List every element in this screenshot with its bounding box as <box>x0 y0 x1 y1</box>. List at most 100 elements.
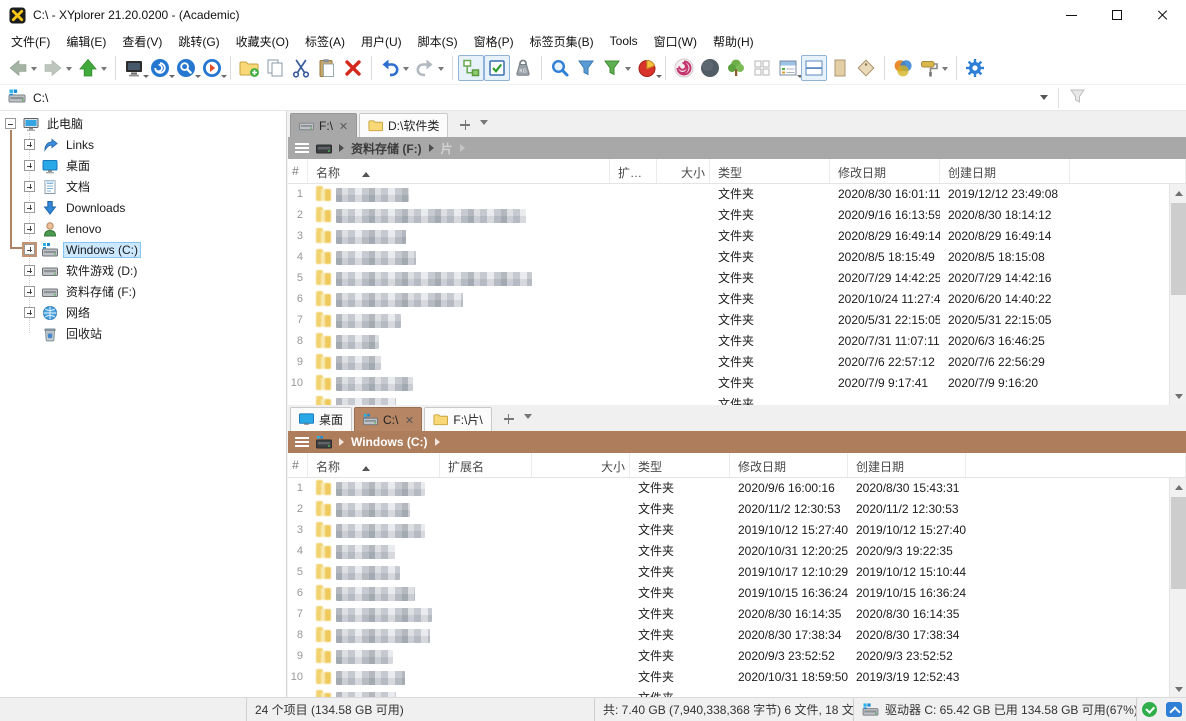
menu-item-2[interactable]: 查看(V) <box>114 31 170 52</box>
thumbnails-grid-icon[interactable] <box>749 55 775 81</box>
plus-expander-icon[interactable] <box>24 223 35 234</box>
tab-d-software[interactable]: D:\软件类 <box>359 113 448 137</box>
color-filters-icon[interactable] <box>890 55 916 81</box>
tree-item-drive-f[interactable]: 资料存储 (F:) <box>0 281 286 302</box>
filter-blue-icon[interactable] <box>573 55 599 81</box>
minimize-button[interactable] <box>1048 0 1094 30</box>
breadcrumb-arrow-icon[interactable] <box>429 144 434 152</box>
tag-icon[interactable] <box>853 55 879 81</box>
file-row[interactable]: 10文件夹2020/10/31 18:59:502019/3/19 12:52:… <box>288 667 1186 688</box>
paste-icon[interactable] <box>314 55 340 81</box>
plus-expander-icon[interactable] <box>24 202 35 213</box>
new-tab-button[interactable] <box>500 410 518 428</box>
breadcrumb-arrow-icon[interactable] <box>339 144 344 152</box>
menu-item-11[interactable]: 窗口(W) <box>646 31 705 52</box>
filter-green-icon[interactable] <box>599 55 625 81</box>
scroll-thumb[interactable] <box>1171 203 1186 295</box>
pane-menu-icon[interactable] <box>295 437 309 447</box>
file-row[interactable]: 7文件夹2020/8/30 16:14:352020/8/30 16:14:35 <box>288 604 1186 625</box>
menu-item-12[interactable]: 帮助(H) <box>705 31 762 52</box>
statistics-pie-icon[interactable] <box>634 55 660 81</box>
plus-expander-icon[interactable] <box>24 286 35 297</box>
column-header-name[interactable]: 名称 <box>308 159 610 183</box>
close-tab-icon[interactable] <box>340 122 348 130</box>
column-header-type[interactable]: 类型 <box>630 453 730 477</box>
tab-list-dropdown-icon[interactable] <box>480 120 488 129</box>
chevron-up-icon[interactable] <box>1166 702 1182 717</box>
settings-icon[interactable] <box>962 55 988 81</box>
address-dropdown-icon[interactable] <box>1040 95 1048 104</box>
menu-item-8[interactable]: 窗格(P) <box>466 31 522 52</box>
breadcrumb-segment[interactable]: Windows (C:) <box>351 435 428 449</box>
breadcrumb-arrow-icon[interactable] <box>339 438 344 446</box>
column-header-created[interactable]: 创建日期 <box>848 453 966 477</box>
tree-item-downloads[interactable]: Downloads <box>0 197 286 218</box>
status-up-segment[interactable] <box>1162 698 1186 721</box>
scroll-thumb[interactable] <box>1171 497 1186 589</box>
details-view-icon[interactable] <box>775 55 801 81</box>
forward-dropdown-caret[interactable] <box>66 67 72 74</box>
minus-expander-icon[interactable] <box>5 118 16 129</box>
breadcrumb-arrow-icon[interactable] <box>435 438 440 446</box>
breadcrumb-segment-dim[interactable]: 片 <box>441 140 453 157</box>
file-row[interactable]: 6文件夹2020/10/24 11:27:472020/6/20 14:40:2… <box>288 289 1186 310</box>
file-row[interactable]: 7文件夹2020/5/31 22:15:052020/5/31 22:15:05 <box>288 310 1186 331</box>
back-icon[interactable] <box>5 55 31 81</box>
forward-icon[interactable] <box>40 55 66 81</box>
file-row[interactable]: 3文件夹2020/8/29 16:49:142020/8/29 16:49:14 <box>288 226 1186 247</box>
scrollbar[interactable] <box>1169 478 1186 698</box>
tree-item-recycle[interactable]: 回收站 <box>0 323 286 344</box>
tree-item-network[interactable]: 网络 <box>0 302 286 323</box>
back-dropdown-caret[interactable] <box>31 67 37 74</box>
scroll-down-icon[interactable] <box>1170 388 1186 405</box>
file-row[interactable]: 4文件夹2020/10/31 12:20:252020/9/3 19:22:35 <box>288 541 1186 562</box>
filter-dropdown-caret[interactable] <box>625 67 631 74</box>
scroll-down-icon[interactable] <box>1170 681 1186 698</box>
show-screen-icon[interactable] <box>121 55 147 81</box>
tree-item-this-pc[interactable]: 此电脑 <box>0 113 286 134</box>
column-header-modified[interactable]: 修改日期 <box>730 453 848 477</box>
new-tab-button[interactable] <box>456 116 474 134</box>
file-row[interactable]: 9文件夹2020/9/3 23:52:522020/9/3 23:52:52 <box>288 646 1186 667</box>
plus-expander-icon[interactable] <box>24 181 35 192</box>
file-row[interactable]: 2文件夹2020/11/2 12:30:532020/11/2 12:30:53 <box>288 499 1186 520</box>
maximize-button[interactable] <box>1094 0 1140 30</box>
calc-folder-sizes-icon[interactable]: KG <box>510 55 536 81</box>
file-row[interactable]: 9文件夹2020/7/6 22:57:122020/7/6 22:56:29 <box>288 352 1186 373</box>
delete-icon[interactable] <box>340 55 366 81</box>
tab-f-drive[interactable]: F:\ <box>290 113 357 137</box>
menu-item-4[interactable]: 收藏夹(O) <box>228 31 297 52</box>
column-header-modified[interactable]: 修改日期 <box>830 159 940 183</box>
toggle-tree-icon[interactable] <box>458 55 484 81</box>
tab-f-pian[interactable]: F:\片\ <box>424 407 491 431</box>
redo-dropdown-caret[interactable] <box>438 67 444 74</box>
pane-menu-icon[interactable] <box>295 143 309 153</box>
live-filter-icon[interactable] <box>547 55 573 81</box>
tree-item-lenovo[interactable]: lenovo <box>0 218 286 239</box>
plus-expander-icon[interactable] <box>24 307 35 318</box>
undo-icon[interactable] <box>377 55 403 81</box>
find-now-icon[interactable] <box>173 55 199 81</box>
folder-tree-icon[interactable] <box>723 55 749 81</box>
column-header-name[interactable]: 名称 <box>308 453 440 477</box>
brush-dropdown-caret[interactable] <box>942 67 948 74</box>
copy-icon[interactable] <box>262 55 288 81</box>
file-row-partial[interactable]: 文件夹 <box>288 394 1186 405</box>
tree-item-desktop[interactable]: 桌面 <box>0 155 286 176</box>
style-brush-icon[interactable] <box>916 55 942 81</box>
menu-item-6[interactable]: 用户(U) <box>353 31 410 52</box>
spiral-icon[interactable] <box>671 55 697 81</box>
split-horizontal-icon[interactable] <box>801 55 827 81</box>
menu-item-5[interactable]: 标签(A) <box>297 31 353 52</box>
tree-item-drive-d[interactable]: 软件游戏 (D:) <box>0 260 286 281</box>
tree-item-documents[interactable]: 文档 <box>0 176 286 197</box>
tree-item-links[interactable]: Links <box>0 134 286 155</box>
plus-expander-icon[interactable] <box>24 244 35 255</box>
file-row[interactable]: 8文件夹2020/8/30 17:38:342020/8/30 17:38:34 <box>288 625 1186 646</box>
visual-filter-icon[interactable] <box>1069 88 1086 107</box>
up-icon[interactable] <box>75 55 101 81</box>
up-dropdown-caret[interactable] <box>101 67 107 74</box>
file-row[interactable]: 4文件夹2020/8/5 18:15:492020/8/5 18:15:08 <box>288 247 1186 268</box>
notes-paper-icon[interactable] <box>827 55 853 81</box>
address-path[interactable]: C:\ <box>33 91 48 105</box>
